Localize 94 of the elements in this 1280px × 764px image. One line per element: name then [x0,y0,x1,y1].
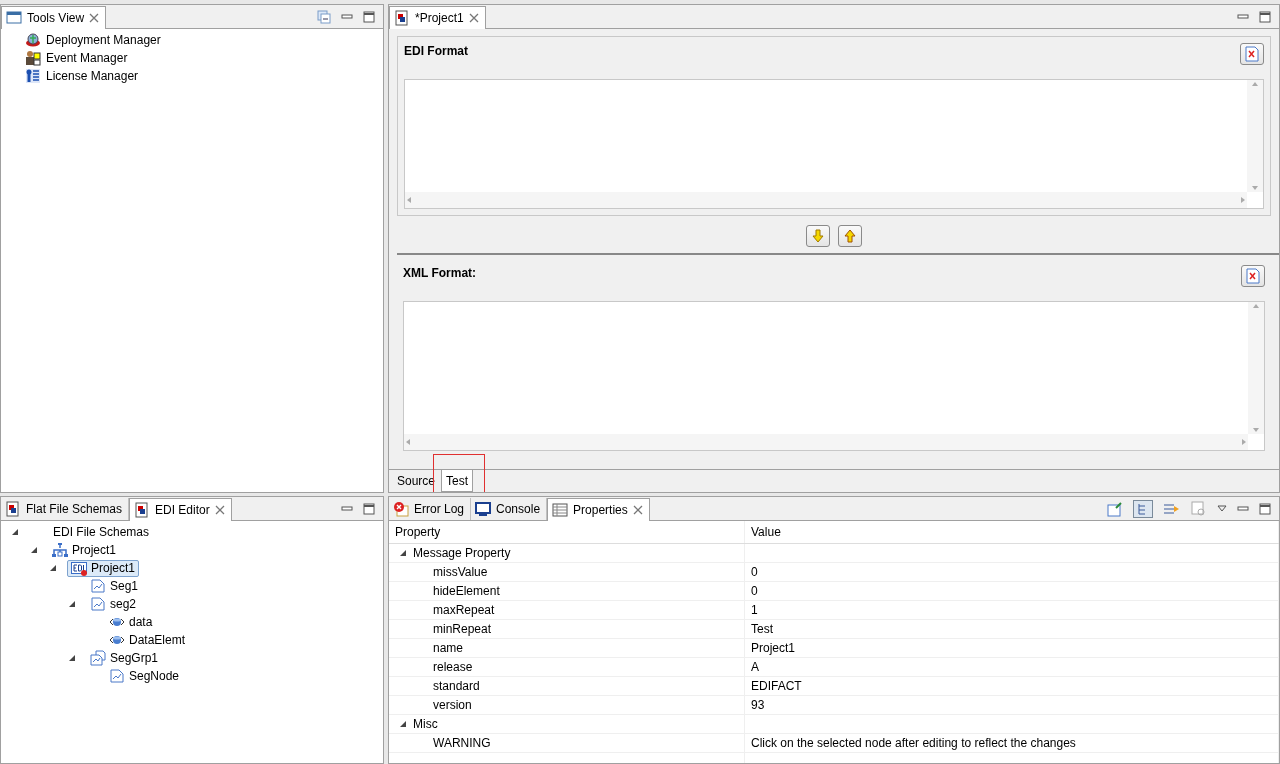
close-icon[interactable] [632,505,643,515]
node-icon [90,650,106,666]
pin-icon[interactable] [1107,501,1123,517]
tree-item[interactable]: EDI File Schemas [29,523,154,541]
property-name: release [433,660,473,674]
property-value[interactable]: A [751,660,759,674]
document-icon [1244,46,1260,62]
tool-icon [25,32,41,48]
tree-item[interactable]: SegGrp1 [86,649,163,667]
maximize-icon[interactable] [363,503,375,515]
node-icon [90,596,106,612]
tree-item[interactable]: data [105,613,157,631]
tree-view-icon[interactable] [1133,500,1153,518]
section-title: XML Format: [403,265,477,280]
expanded-icon[interactable] [49,564,57,572]
property-value[interactable]: Click on the selected node after editing to reflect the changes [751,736,1076,750]
property-value[interactable]: 93 [751,698,765,712]
property-value[interactable]: 1 [751,603,758,617]
property-name: WARNING [433,736,491,750]
tree-item[interactable]: DataElemt [105,631,190,649]
scroll-up-icon[interactable] [1252,302,1260,310]
arrow-up-icon [844,229,856,243]
property-name: hideElement [433,584,500,598]
tab-icon [5,501,21,517]
scroll-right-icon[interactable] [1239,196,1247,204]
preview-button[interactable] [1241,265,1265,287]
scroll-down-icon[interactable] [1252,426,1260,434]
property-name: maxRepeat [433,603,495,617]
property-name: standard [433,679,480,693]
close-icon[interactable] [214,505,225,515]
node-icon [109,668,125,684]
view-tab[interactable]: Tools View [1,6,107,29]
tool-icon [25,68,41,84]
property-name: name [433,641,464,655]
restore-icon[interactable] [1191,501,1207,517]
tab-icon [393,501,409,517]
category-label: Message Property [413,546,511,560]
scroll-down-icon[interactable] [1251,184,1259,192]
view-menu-icon[interactable] [1217,505,1227,513]
view-tab[interactable]: EDI Editor [129,498,232,521]
tree-item[interactable]: seg2 [86,595,141,613]
tab-icon [6,10,22,26]
column-header[interactable]: Property [389,521,745,543]
property-name: minRepeat [433,622,492,636]
node-icon [52,542,68,558]
expanded-icon[interactable] [68,600,76,608]
tool-item[interactable]: Deployment Manager [25,31,383,49]
expanded-icon[interactable] [68,654,76,662]
maximize-icon[interactable] [363,11,375,23]
property-value[interactable]: Project1 [751,641,796,655]
preview-button[interactable] [1240,43,1264,65]
property-value[interactable]: 0 [751,584,758,598]
column-header[interactable]: Value [745,521,1279,543]
filter-icon[interactable] [1163,501,1181,517]
editor-tab[interactable]: Test [441,470,474,492]
view-tab[interactable]: Properties [547,498,650,521]
document-icon [1245,268,1261,284]
expanded-icon[interactable] [11,528,19,536]
maximize-icon[interactable] [1259,11,1271,23]
expanded-icon[interactable] [30,546,38,554]
maximize-icon[interactable] [1259,503,1271,515]
category-label: Misc [413,717,438,731]
tree-item[interactable]: Seg1 [86,577,143,595]
property-value[interactable]: EDIFACT [751,679,802,693]
move-down-button[interactable] [806,225,830,247]
section-title: EDI Format [404,43,468,58]
tool-item[interactable]: License Manager [25,67,383,85]
tree-item[interactable]: Project1 [48,541,121,559]
move-up-button[interactable] [838,225,862,247]
scroll-left-icon[interactable] [405,196,413,204]
view-tab[interactable]: *Project1 [389,6,486,29]
close-icon[interactable] [468,13,479,23]
tab-icon [552,502,569,518]
tree-item[interactable]: Project1 [67,559,140,577]
collapse-icon[interactable] [317,10,331,24]
tree-item[interactable]: SegNode [105,667,184,685]
close-icon[interactable] [89,13,100,23]
property-value[interactable]: 0 [751,565,758,579]
property-name: version [433,698,472,712]
property-name: missValue [433,565,488,579]
expanded-icon[interactable] [399,720,407,728]
scroll-up-icon[interactable] [1251,80,1259,88]
tab-icon [394,10,410,26]
node-icon [90,578,106,594]
scroll-left-icon[interactable] [404,438,412,446]
tool-icon [25,50,41,66]
tool-item[interactable]: Event Manager [25,49,383,67]
property-value[interactable]: Test [751,622,773,636]
node-icon [71,560,87,576]
arrow-down-icon [812,229,824,243]
tab-icon [475,501,492,517]
expanded-icon[interactable] [399,549,407,557]
scroll-right-icon[interactable] [1240,438,1248,446]
tab-icon [134,502,151,518]
